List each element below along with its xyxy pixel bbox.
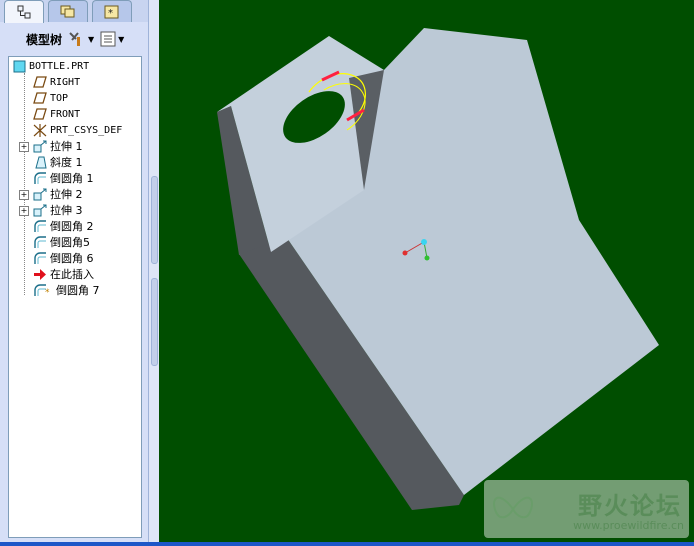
tools-icon: [69, 32, 81, 46]
csys-origin: [421, 239, 427, 245]
tree-item-round-5[interactable]: 倒圆角5: [33, 234, 90, 250]
round-icon: [34, 219, 46, 232]
tree-item-label: TOP: [50, 92, 69, 104]
favorites-icon: *: [104, 5, 119, 19]
tree-guide-line: [24, 73, 25, 295]
tree-item-label: 拉伸 3: [50, 204, 83, 217]
tree-item-label: 倒圆角 6: [50, 252, 94, 265]
part-icon: [13, 60, 26, 72]
model-tree: BOTTLE.PRT RIGHT TOP FRONT PRT_CSYS_DEF …: [8, 56, 142, 538]
draft-icon: [35, 156, 47, 168]
chevron-down-icon: ▼: [118, 34, 125, 44]
tree-item-label: 倒圆角 2: [50, 220, 94, 233]
settings-menu-button[interactable]: ▼: [68, 31, 94, 47]
tree-item-label: PRT_CSYS_DEF: [50, 124, 123, 136]
bottle-model[interactable]: [159, 0, 694, 542]
round-icon: [34, 171, 46, 184]
tree-item-top[interactable]: TOP: [33, 90, 68, 106]
round-icon: [34, 251, 46, 264]
datum-plane-icon: [33, 76, 47, 88]
graphics-viewport[interactable]: 野火论坛 www.proewildfire.cn: [159, 0, 694, 542]
tree-item-front[interactable]: FRONT: [33, 106, 80, 122]
tree-item-extrude-1[interactable]: 拉伸 1: [33, 138, 83, 154]
tree-item-right[interactable]: RIGHT: [33, 74, 80, 90]
tree-item-label: 倒圆角 1: [50, 172, 94, 185]
tree-item-label: 在此插入: [50, 268, 94, 281]
butterfly-logo-icon: [493, 496, 533, 519]
chevron-down-icon: ▼: [88, 34, 95, 44]
csys-point: [424, 255, 430, 261]
tree-item-round-2[interactable]: 倒圆角 2: [33, 218, 94, 234]
tree-item-label: 斜度 1: [50, 156, 83, 169]
tree-item-draft-1[interactable]: 斜度 1: [33, 154, 83, 170]
model-tree-panel: * 模型树 ▼ ▼ BOTTLE.PRT RIGHT TOP FRONT PRT…: [0, 0, 149, 546]
csys-icon: [33, 123, 47, 137]
expand-toggle[interactable]: +: [19, 206, 29, 216]
tree-root-label: BOTTLE.PRT: [29, 60, 90, 72]
tree-item-round-1[interactable]: 倒圆角 1: [33, 170, 94, 186]
watermark-url: www.proewildfire.cn: [573, 519, 684, 532]
watermark-text: 野火论坛: [578, 492, 682, 520]
splitter-grip[interactable]: [151, 176, 158, 264]
show-menu-button[interactable]: ▼: [100, 31, 124, 47]
extrude-icon: [33, 188, 47, 200]
extrude-icon: [33, 204, 47, 216]
tree-item-label: RIGHT: [50, 76, 81, 88]
svg-text:*: *: [45, 288, 50, 297]
tab-favorites[interactable]: *: [92, 0, 132, 22]
panel-tabs: *: [0, 0, 148, 23]
status-bar: [0, 542, 694, 546]
list-icon: [100, 31, 116, 47]
tree-item-label: 倒圆角 7: [56, 284, 100, 297]
layers-icon: [60, 5, 75, 17]
tree-item-label: 拉伸 1: [50, 140, 83, 153]
tree-item-round-7[interactable]: * 倒圆角 7: [33, 282, 100, 298]
tree-item-label: 倒圆角5: [50, 236, 90, 249]
tree-item-label: 拉伸 2: [50, 188, 83, 201]
panel-splitter[interactable]: [148, 0, 159, 546]
tree-item-extrude-3[interactable]: 拉伸 3: [33, 202, 83, 218]
extrude-icon: [33, 140, 47, 152]
tab-layers[interactable]: [48, 0, 88, 22]
csys-point: [402, 250, 408, 256]
round-icon: [34, 235, 46, 248]
expand-toggle[interactable]: +: [19, 190, 29, 200]
tree-root[interactable]: BOTTLE.PRT: [13, 58, 89, 74]
model-tree-toolbar: 模型树 ▼ ▼: [0, 26, 148, 52]
tree-item-extrude-2[interactable]: 拉伸 2: [33, 186, 83, 202]
splitter-grip[interactable]: [151, 278, 158, 366]
round-icon: *: [34, 283, 50, 297]
model-tree-icon: [17, 5, 31, 19]
tree-item-label: FRONT: [50, 108, 81, 120]
tree-item-insert-here[interactable]: 在此插入: [33, 266, 94, 282]
datum-plane-icon: [33, 108, 47, 120]
tree-item-round-6[interactable]: 倒圆角 6: [33, 250, 94, 266]
tab-model-tree[interactable]: [4, 0, 44, 23]
svg-text:*: *: [108, 8, 113, 19]
datum-plane-icon: [33, 92, 47, 104]
insert-here-arrow-icon: [34, 268, 46, 280]
tree-item-csys[interactable]: PRT_CSYS_DEF: [33, 122, 122, 138]
expand-toggle[interactable]: +: [19, 142, 29, 152]
toolbar-label: 模型树: [26, 32, 63, 47]
